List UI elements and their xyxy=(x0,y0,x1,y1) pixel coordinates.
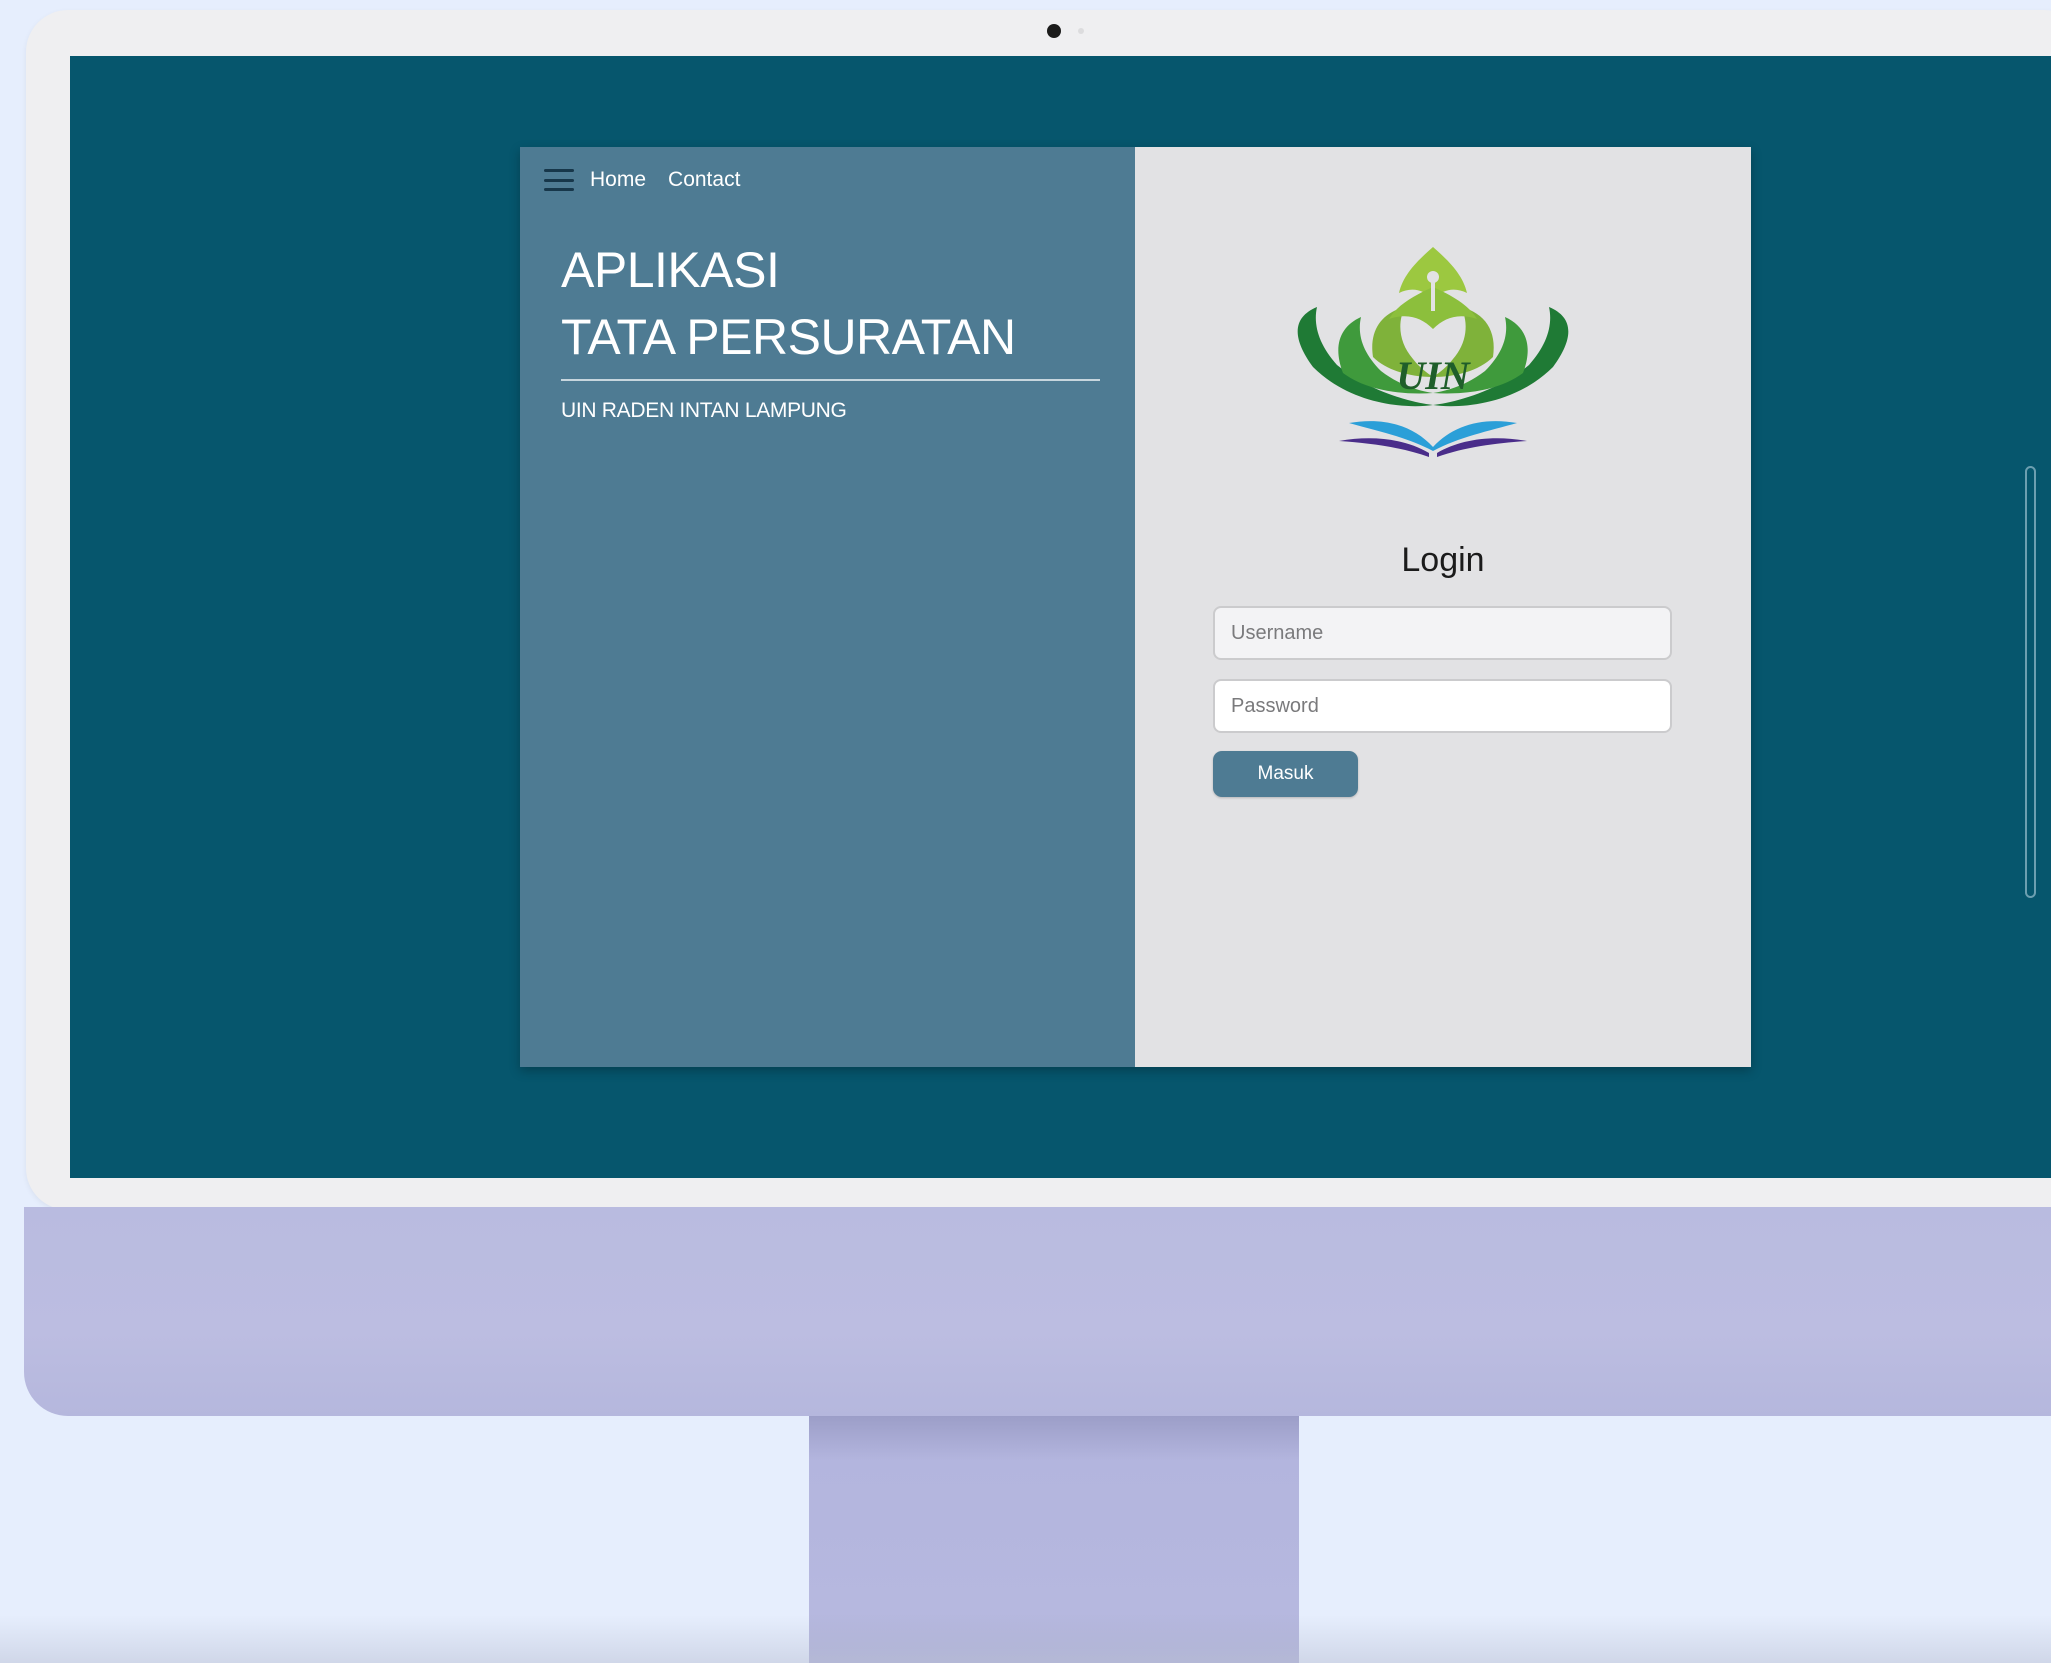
monitor-screen: Home Contact APLIKASI TATA PERSURATAN UI… xyxy=(70,56,2051,1178)
app-subtitle: UIN RADEN INTAN LAMPUNG xyxy=(561,399,847,422)
floor-shadow xyxy=(0,1615,2051,1663)
camera-sensor xyxy=(1078,28,1084,34)
login-submit-button[interactable]: Masuk xyxy=(1213,751,1358,797)
app-title-line1: APLIKASI xyxy=(561,242,780,298)
logo-text: UIN xyxy=(1396,353,1471,398)
title-divider xyxy=(561,379,1100,381)
camera-icon xyxy=(1047,24,1061,38)
uin-logo: UIN xyxy=(1297,247,1569,457)
monitor-chin xyxy=(24,1207,2051,1416)
nav-link-contact[interactable]: Contact xyxy=(668,168,740,192)
login-card: Home Contact APLIKASI TATA PERSURATAN UI… xyxy=(520,147,1751,1067)
login-heading: Login xyxy=(1401,541,1485,579)
app-title-line2: TATA PERSURATAN xyxy=(561,309,1016,365)
login-panel: UIN Login Masuk xyxy=(1135,147,1751,1067)
nav-link-home[interactable]: Home xyxy=(590,168,646,192)
password-input[interactable] xyxy=(1213,679,1672,733)
hamburger-menu-icon[interactable] xyxy=(544,169,574,191)
brand-panel: Home Contact APLIKASI TATA PERSURATAN UI… xyxy=(520,147,1135,1067)
username-input[interactable] xyxy=(1213,606,1672,660)
top-nav: Home Contact xyxy=(544,165,762,195)
scrollbar[interactable] xyxy=(2025,466,2036,898)
app-title: APLIKASI TATA PERSURATAN xyxy=(561,237,1101,371)
